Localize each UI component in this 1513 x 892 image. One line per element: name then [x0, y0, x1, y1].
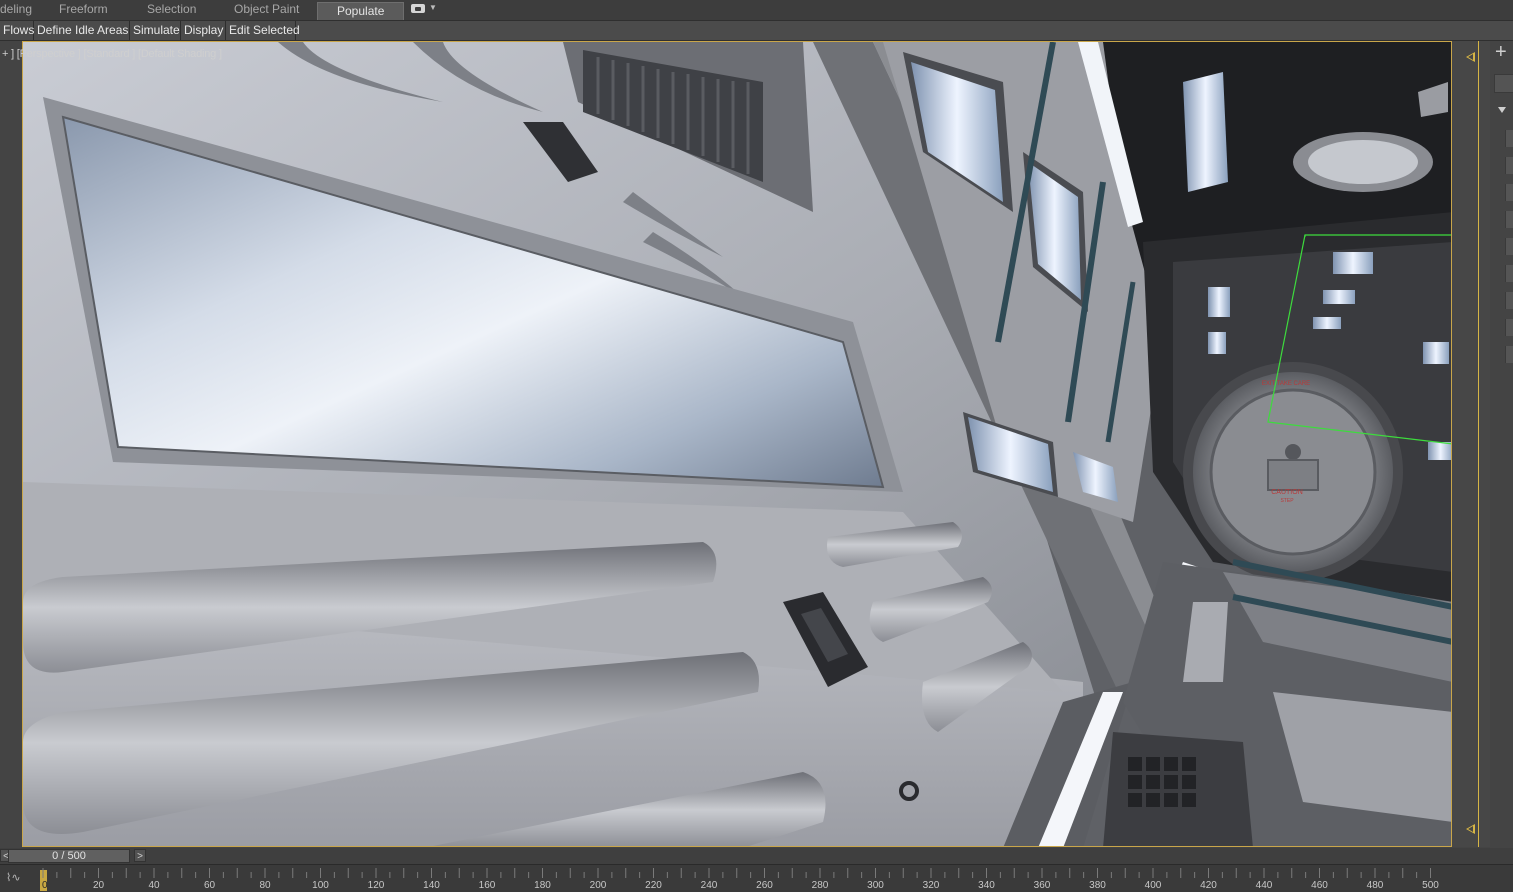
marker-bottom-icon — [1466, 824, 1475, 834]
time-slider[interactable] — [0, 848, 1513, 864]
chevron-down-icon[interactable]: ▼ — [429, 3, 437, 12]
define-idle-areas-button[interactable]: Define Idle Areas — [34, 21, 130, 40]
simulate-button[interactable]: Simulate — [130, 21, 181, 40]
edit-selected-button[interactable]: Edit Selected — [226, 21, 300, 40]
panel-field[interactable] — [1494, 74, 1513, 93]
panel-button-4[interactable] — [1505, 211, 1513, 228]
rollout-arrow-icon[interactable] — [1498, 107, 1506, 113]
time-slider-thumb[interactable]: 0 / 500 — [8, 849, 130, 863]
panel-button-3[interactable] — [1505, 184, 1513, 201]
perspective-viewport[interactable]: EXIT TAKE CARE CAUTION STEP — [22, 41, 1452, 847]
panel-button-1[interactable] — [1505, 130, 1513, 147]
hatch-label-bottom: CAUTION — [1271, 489, 1303, 496]
marker-top-icon — [1466, 52, 1475, 62]
trackbar-tick-lines — [42, 868, 1431, 878]
populate-toolbar: Flows Define Idle Areas Simulate Display… — [0, 20, 1513, 41]
panel-button-5[interactable] — [1505, 238, 1513, 255]
tab-populate[interactable]: Populate — [317, 2, 405, 20]
tab-freeform[interactable]: Freeform — [59, 2, 108, 16]
create-plus-icon[interactable]: + — [1495, 42, 1507, 62]
flows-button[interactable]: Flows — [0, 21, 34, 40]
ribbon-toggle-icon[interactable] — [411, 4, 425, 13]
display-button[interactable]: Display — [181, 21, 226, 40]
hatch-label-top: EXIT TAKE CARE — [1262, 381, 1310, 387]
ribbon-tabs: deling Freeform Selection Object Paint P… — [0, 0, 1513, 20]
tab-modeling[interactable]: deling — [0, 2, 32, 16]
viewport-right-strip — [1452, 41, 1490, 847]
time-next-button[interactable]: > — [134, 849, 146, 862]
panel-button-7[interactable] — [1505, 292, 1513, 309]
viewport-label[interactable]: + ] [Perspective ] [Standard ] [Default … — [2, 48, 222, 60]
panel-button-8[interactable] — [1505, 319, 1513, 336]
tab-selection[interactable]: Selection — [147, 2, 196, 16]
safe-frame-line — [1478, 41, 1479, 847]
hatch-label-bottom2: STEP — [1280, 498, 1294, 504]
panel-button-2[interactable] — [1505, 157, 1513, 174]
panel-button-9[interactable] — [1505, 346, 1513, 363]
sci-fi-corridor-render: EXIT TAKE CARE CAUTION STEP — [23, 42, 1451, 846]
tab-object-paint[interactable]: Object Paint — [234, 2, 299, 16]
panel-button-6[interactable] — [1505, 265, 1513, 282]
